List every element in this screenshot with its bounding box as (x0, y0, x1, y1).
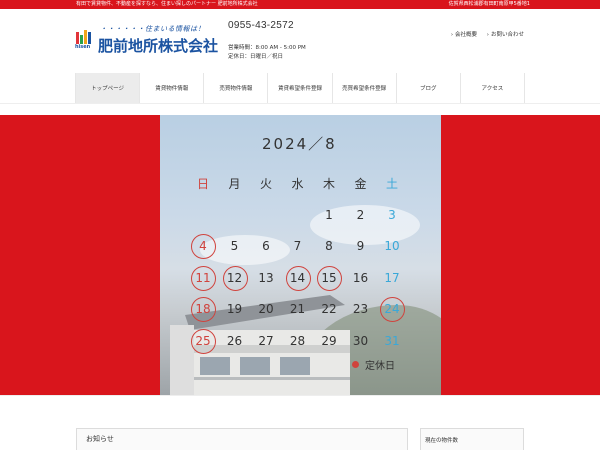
arrow-icon: › (486, 32, 489, 38)
weekday-header: 日 (196, 176, 209, 191)
weekday-header: 土 (385, 176, 398, 191)
legend-label: 定休日 (365, 361, 395, 372)
section-divider (0, 395, 600, 396)
calendar-card: 2024／8 日月火水木金土 1 2 3 4 5 6 7 8 9 10 11 12 13 14 15 16 17 1… (160, 115, 441, 395)
calendar-day: 3 (388, 207, 396, 222)
property-count-title: 現在の物件数 (425, 438, 459, 444)
company-logo[interactable]: hisen ・・・・・・住まいる情報は！ 肥前地所株式会社 (75, 22, 218, 55)
news-title: お知らせ (86, 435, 114, 443)
calendar-day: 22 (321, 302, 337, 316)
calendar-legend: 定休日 (352, 357, 395, 372)
calendar-day-holiday: 12 (221, 264, 249, 292)
company-profile-label: 会社概要 (455, 32, 478, 38)
weekday-header: 火 (259, 176, 272, 191)
calendar-day: 13 (258, 270, 274, 285)
calendar-day: 16 (352, 270, 369, 285)
weekday-header: 月 (228, 176, 241, 191)
nav-rental-request[interactable]: 賃貸希望条件登録 (268, 73, 333, 103)
calendar-day-holiday: 18 (189, 295, 217, 323)
nav-sale-request[interactable]: 売買希望条件登録 (333, 73, 397, 103)
nav-divider (0, 103, 600, 104)
calendar-day: 29 (321, 333, 337, 348)
nav-blog[interactable]: ブログ (397, 73, 461, 103)
nav-rental-properties[interactable]: 賃貸物件情報 (140, 73, 205, 103)
arrow-icon: › (450, 32, 454, 38)
calendar-day: 8 (325, 239, 333, 253)
logo-mark-icon: hisen (75, 28, 94, 50)
calendar-title: 2024／8 (262, 135, 337, 153)
calendar-day: 31 (384, 333, 400, 348)
hours-text: 営業時間：8:00 AM - 5:00 PM (228, 45, 306, 51)
holidays-text: 定休日：日曜日／祝日 (228, 53, 284, 60)
calendar-day: 26 (226, 333, 243, 348)
calendar-day: 9 (356, 239, 365, 253)
holiday-dot-icon (352, 361, 359, 368)
company-profile-link[interactable]: › 会社概要 (451, 32, 477, 38)
top-strip-address: 佐賀県西松浦郡有田町南原甲5番地1 (448, 1, 530, 7)
calendar-day: 27 (258, 333, 274, 348)
top-strip: 有田で賃貸物件、不動産を探すなら、住まい探しのパートナー 肥前地所株式会社 佐賀… (0, 0, 600, 9)
calendar-day: 7 (293, 239, 302, 253)
calendar-day: 10 (384, 239, 400, 253)
calendar-day: 5 (230, 239, 239, 253)
calendar-day-holiday: 25 (189, 327, 217, 355)
contact-label: お問い合わせ (490, 32, 524, 38)
calendar-day: 21 (289, 302, 306, 316)
calendar-day: 6 (262, 239, 270, 253)
weekday-header: 金 (354, 176, 367, 191)
property-count-panel: 現在の物件数 (420, 428, 524, 450)
business-hours: 営業時間：8:00 AM - 5:00 PM 定休日：日曜日／祝日 (228, 44, 306, 61)
calendar-day-holiday: 11 (189, 264, 217, 292)
nav-access[interactable]: アクセス (461, 73, 525, 103)
calendar-day: 20 (258, 302, 274, 316)
calendar-day-holiday: 24 (378, 295, 406, 323)
weekday-header: 木 (322, 176, 335, 191)
calendar-day: 19 (226, 302, 243, 316)
main-nav: トップページ 賃貸物件情報 売買物件情報 賃貸希望条件登録 売買希望条件登録 ブ… (75, 73, 525, 103)
calendar-day: 23 (352, 302, 369, 316)
weekday-header: 水 (291, 176, 304, 191)
logo-mark-text: hisen (75, 44, 91, 50)
nav-top-page[interactable]: トップページ (75, 73, 141, 103)
top-strip-tagline: 有田で賃貸物件、不動産を探すなら、住まい探しのパートナー 肥前地所株式会社 (76, 1, 258, 7)
calendar-day: 1 (325, 207, 333, 222)
calendar-day-holiday: 4 (189, 232, 217, 260)
header-links: › 会社概要 › お問い合わせ (443, 30, 524, 38)
calendar-day: 28 (289, 333, 306, 348)
hero-banner: 2024／8 日月火水木金土 1 2 3 4 5 6 7 8 9 10 11 12 13 14 15 16 17 1… (0, 115, 600, 395)
calendar-day: 17 (384, 270, 400, 285)
calendar-day-holiday: 14 (284, 264, 312, 292)
calendar-day: 30 (352, 333, 369, 348)
logo-tagline: ・・・・・・住まいる情報は！ (100, 25, 205, 33)
nav-sale-properties[interactable]: 売買物件情報 (204, 73, 269, 103)
calendar-day-holiday: 15 (315, 264, 343, 292)
contact-link[interactable]: › お問い合わせ (487, 32, 524, 38)
calendar-day: 2 (356, 207, 365, 222)
news-panel: お知らせ (76, 428, 408, 450)
logo-company-name: 肥前地所株式会社 (98, 37, 219, 55)
phone-number: 0955-43-2572 (228, 20, 294, 31)
